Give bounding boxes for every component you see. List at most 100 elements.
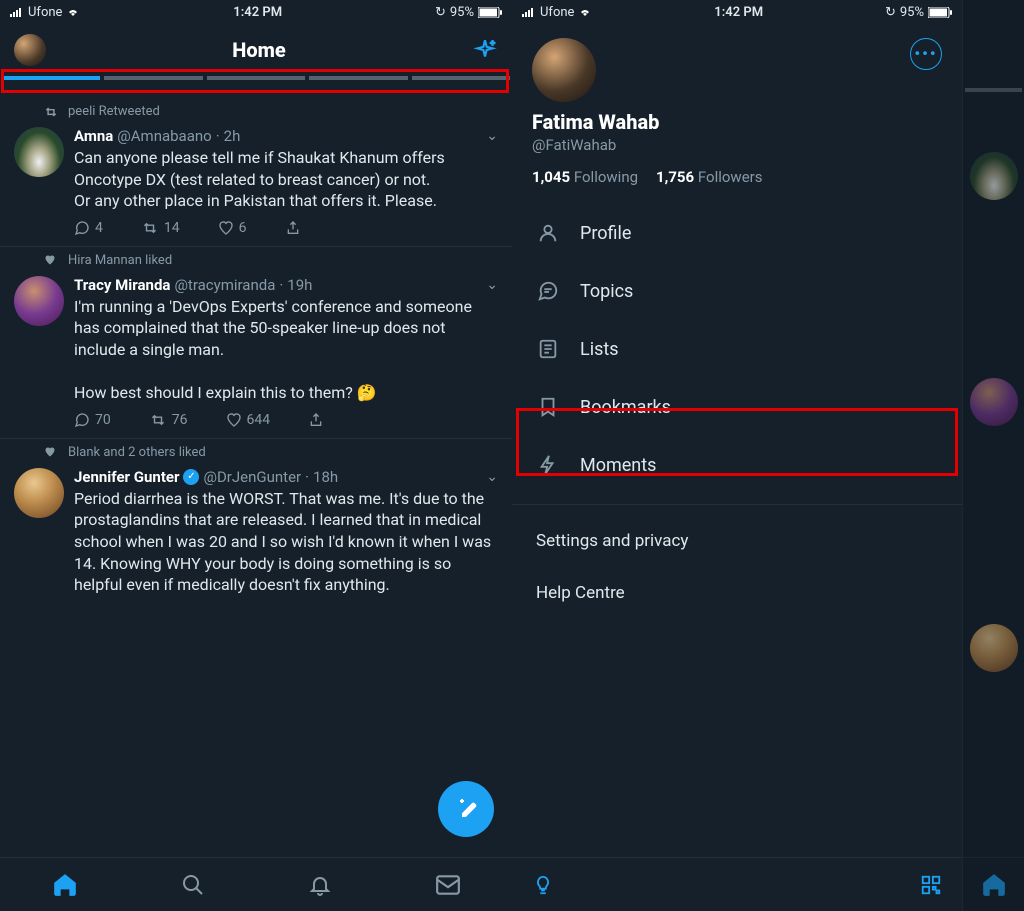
signal-icon <box>10 7 24 17</box>
reply-count: 70 <box>95 412 111 428</box>
like-count: 644 <box>247 412 271 428</box>
nav-notifications-icon[interactable] <box>308 873 332 897</box>
drawer-item-profile[interactable]: Profile <box>532 204 942 262</box>
nav-home-icon[interactable] <box>52 872 78 898</box>
retweet-icon <box>44 106 60 118</box>
retweet-button[interactable]: 76 <box>149 412 188 428</box>
lightbulb-icon[interactable] <box>532 874 554 896</box>
nav-home-icon[interactable] <box>981 872 1007 898</box>
nav-search-icon[interactable] <box>181 873 205 897</box>
tweet[interactable]: Amna @Amnabaano · 2h ⌄ Can anyone please… <box>0 121 512 247</box>
drawer-item-label: Lists <box>580 339 619 360</box>
tweet-avatar[interactable] <box>14 276 64 326</box>
tweet-avatar[interactable] <box>14 127 64 177</box>
context-text: peeli Retweeted <box>68 104 160 119</box>
drawer-display-name[interactable]: Fatima Wahab <box>532 110 942 134</box>
context-text: Blank and 2 others liked <box>68 445 206 460</box>
share-button[interactable] <box>285 220 301 236</box>
tweet-text: I'm running a 'DevOps Experts' conferenc… <box>74 296 498 404</box>
sliver-avatar <box>970 378 1018 426</box>
bottom-nav <box>0 857 512 911</box>
qr-code-icon[interactable] <box>920 874 942 896</box>
reply-button[interactable]: 70 <box>74 412 111 428</box>
tweet-context: Hira Mannan liked <box>0 247 512 270</box>
retweet-button[interactable]: 14 <box>141 220 180 236</box>
drawer-item-lists[interactable]: Lists <box>532 320 942 378</box>
drawer-item-topics[interactable]: Topics <box>532 262 942 320</box>
rotation-lock-icon: ↻ <box>435 5 446 20</box>
fleets-progress <box>0 76 512 98</box>
status-bar: Ufone 1:42 PM ↻ 95% <box>0 0 512 24</box>
dot-separator: · <box>279 276 283 294</box>
phone-home-screen: Ufone 1:42 PM ↻ 95% Home <box>0 0 512 911</box>
nav-messages-icon[interactable] <box>435 874 461 896</box>
tweet-author-handle[interactable]: @Amnabaano <box>117 127 211 145</box>
annotation-highlight-progress <box>1 69 509 93</box>
drawer-item-settings[interactable]: Settings and privacy <box>532 515 942 567</box>
tweet-author-name[interactable]: Jennifer Gunter <box>74 468 179 486</box>
context-text: Hira Mannan liked <box>68 253 172 268</box>
carrier-label: Ufone <box>28 5 62 20</box>
battery-icon <box>928 7 952 18</box>
compose-tweet-button[interactable] <box>438 781 494 837</box>
annotation-highlight-lists <box>516 408 958 476</box>
carrier-label: Ufone <box>540 5 574 20</box>
profile-avatar-button[interactable] <box>14 34 46 66</box>
profile-icon <box>536 222 560 244</box>
tweet-author-name[interactable]: Tracy Miranda <box>74 276 170 294</box>
share-button[interactable] <box>308 412 324 428</box>
sliver-avatar <box>970 152 1018 200</box>
more-accounts-button[interactable]: ••• <box>910 38 942 70</box>
clock-label: 1:42 PM <box>233 5 282 20</box>
heart-icon <box>44 254 60 266</box>
tweet[interactable]: Tracy Miranda @tracymiranda · 19h ⌄ I'm … <box>0 270 512 439</box>
drawer-bottom-bar <box>512 857 962 911</box>
drawer-item-label: Profile <box>580 223 631 244</box>
settings-label: Settings and privacy <box>536 531 688 551</box>
wifi-icon <box>66 7 80 17</box>
rotation-lock-icon: ↻ <box>885 5 896 20</box>
followers-label: Followers <box>698 168 763 186</box>
drawer-item-help[interactable]: Help Centre <box>532 567 942 619</box>
drawer-avatar[interactable] <box>532 38 596 102</box>
tweet[interactable]: Jennifer Gunter ✓ @DrJenGunter · 18h ⌄ P… <box>0 462 512 606</box>
timeline-feed[interactable]: peeli Retweeted Amna @Amnabaano · 2h ⌄ C… <box>0 98 512 857</box>
status-bar: Ufone 1:42 PM ↻ 95% <box>512 0 962 24</box>
tweet-text: Period diarrhea is the WORST. That was m… <box>74 488 498 596</box>
tweet-timestamp: 18h <box>313 468 338 486</box>
sliver-avatar <box>970 624 1018 672</box>
tweet-author-handle[interactable]: @DrJenGunter <box>203 468 301 486</box>
tweet-text: Can anyone please tell me if Shaukat Kha… <box>74 147 498 212</box>
battery-label: 95% <box>900 5 924 20</box>
heart-icon <box>44 446 60 458</box>
followers-stat[interactable]: 1,756 Followers <box>656 168 762 186</box>
battery-label: 95% <box>450 5 474 20</box>
background-timeline-sliver <box>962 0 1024 911</box>
chevron-down-icon[interactable]: ⌄ <box>486 277 498 293</box>
following-label: Following <box>574 168 638 186</box>
drawer-handle[interactable]: @FatiWahab <box>532 136 942 154</box>
drawer-item-label: Topics <box>580 281 633 302</box>
tweet-author-name[interactable]: Amna <box>74 127 113 145</box>
tweet-author-handle[interactable]: @tracymiranda <box>174 276 275 294</box>
topics-icon <box>536 280 560 302</box>
clock-label: 1:42 PM <box>714 5 763 20</box>
wifi-icon <box>578 7 592 17</box>
tweet-timestamp: 19h <box>287 276 312 294</box>
help-label: Help Centre <box>536 583 625 603</box>
dot-separator: · <box>216 127 220 145</box>
reply-button[interactable]: 4 <box>74 220 103 236</box>
phone-drawer-screen: Ufone 1:42 PM ↻ 95% ••• <box>512 0 962 911</box>
lists-icon <box>536 338 560 360</box>
battery-icon <box>478 7 502 18</box>
tweet-context: peeli Retweeted <box>0 98 512 121</box>
chevron-down-icon[interactable]: ⌄ <box>486 469 498 485</box>
following-count: 1,045 <box>532 168 570 186</box>
like-button[interactable]: 644 <box>226 412 271 428</box>
chevron-down-icon[interactable]: ⌄ <box>486 128 498 144</box>
like-count: 6 <box>239 220 247 236</box>
like-button[interactable]: 6 <box>218 220 247 236</box>
sparkle-icon[interactable] <box>472 37 498 63</box>
following-stat[interactable]: 1,045 Following <box>532 168 638 186</box>
tweet-avatar[interactable] <box>14 468 64 518</box>
